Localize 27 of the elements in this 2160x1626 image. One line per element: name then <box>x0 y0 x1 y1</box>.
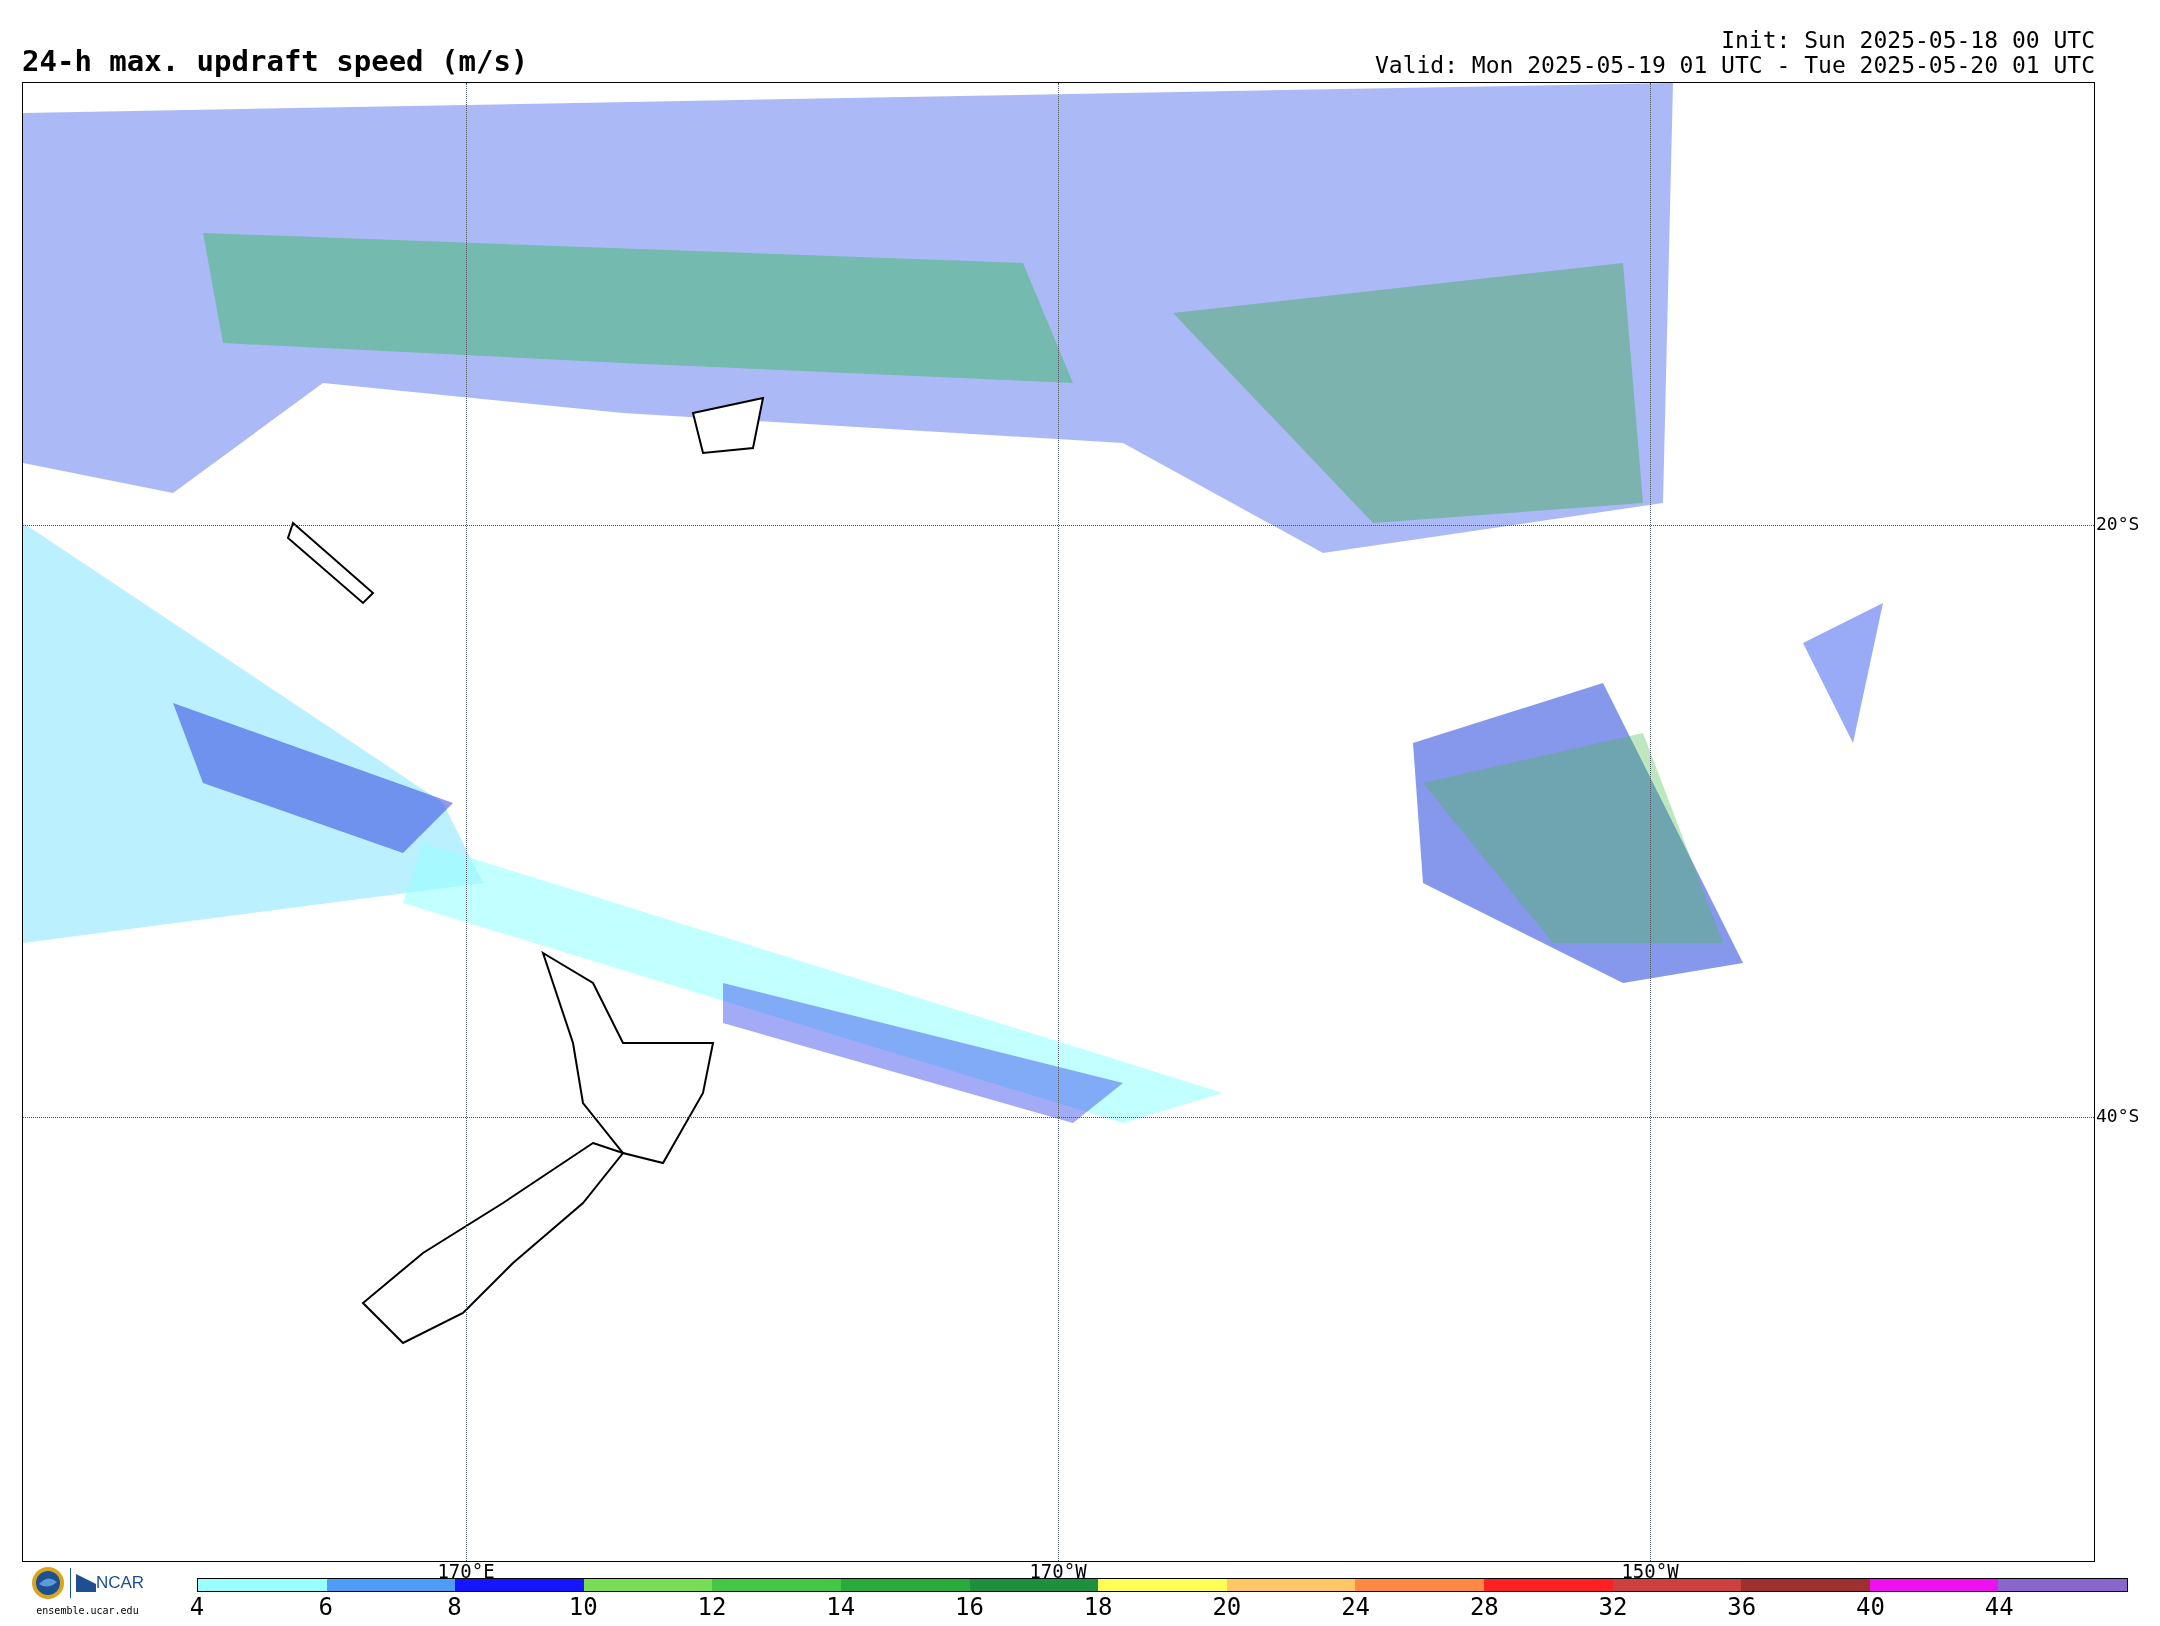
colorbar-tick-label: 32 <box>1598 1593 1628 1621</box>
colorbar-tick-label: 8 <box>447 1593 462 1621</box>
globe-logo-icon <box>30 1566 65 1600</box>
colorbar-tick-label: 40 <box>1856 1593 1885 1621</box>
latitude-label: 20°S <box>2095 513 2140 535</box>
colorbar-tick-label: 4 <box>189 1593 205 1621</box>
logo-text: NCAR <box>95 1572 145 1595</box>
colorbar-tick-label: 36 <box>1727 1593 1757 1621</box>
colorbar-tick-label: 16 <box>954 1593 984 1621</box>
colorbar-tick-label: 18 <box>1083 1593 1113 1621</box>
flag-logo-icon <box>75 1574 96 1592</box>
longitude-label: 170°W <box>1029 1561 1087 1581</box>
colorbar-tick-label: 12 <box>697 1593 727 1621</box>
website-label: ensemble.ucar.edu <box>36 1604 139 1618</box>
chart-title: 24-h max. updraft speed (m/s) <box>22 47 529 78</box>
latitude-label: 40°S <box>2095 1105 2140 1127</box>
colorbar-tick-label: 28 <box>1469 1593 1499 1621</box>
longitude-label: 150°W <box>1621 1561 1679 1581</box>
colorbar-tick-label: 20 <box>1212 1593 1242 1621</box>
valid-time-range: Valid: Mon 2025-05-19 01 UTC - Tue 2025-05-20 01 UTC <box>1374 53 2095 78</box>
init-time: Init: Sun 2025-05-18 00 UTC <box>1721 28 2095 53</box>
colorbar-tick-label: 44 <box>1984 1593 2014 1621</box>
colorbar-tick-label: 6 <box>318 1593 333 1621</box>
colorbar-tick-label: 24 <box>1341 1593 1371 1621</box>
colorbar-tick-label: 10 <box>568 1593 598 1621</box>
colorbar-tick-label: 14 <box>826 1593 856 1621</box>
longitude-label: 170°E <box>437 1561 495 1581</box>
